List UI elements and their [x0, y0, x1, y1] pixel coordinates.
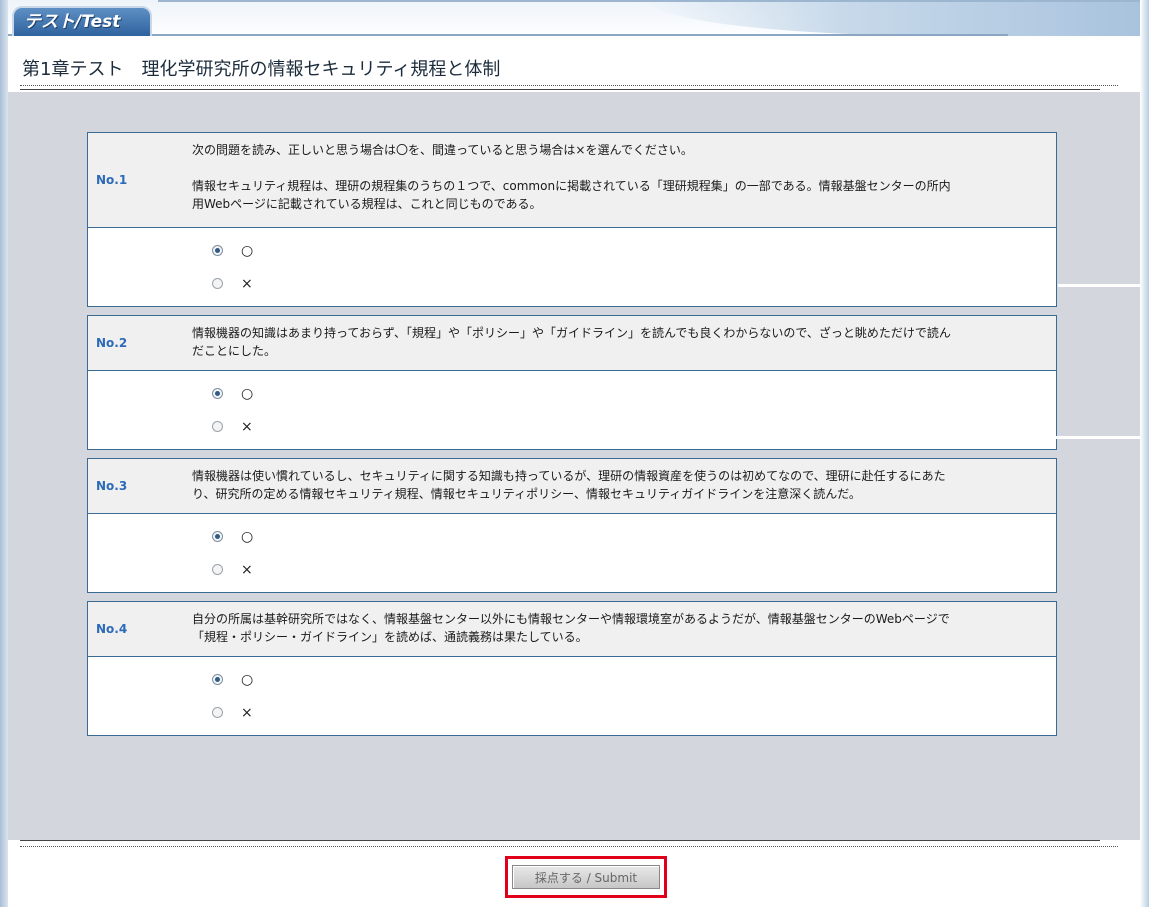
option-correct[interactable]: ○: [212, 520, 1056, 553]
option-correct[interactable]: ○: [212, 377, 1056, 410]
question-text: 自分の所属は基幹研究所ではなく、情報基盤センター以外にも情報センターや情報環境室…: [192, 612, 950, 644]
question-number: No.3: [96, 479, 128, 493]
answer-options: ○ ×: [88, 514, 1056, 592]
decorative-strip: [1058, 284, 1140, 287]
option-label: ○: [241, 671, 254, 688]
tab-test[interactable]: テスト/Test: [12, 6, 152, 36]
radio-button[interactable]: [212, 421, 223, 432]
left-frame: [0, 0, 8, 907]
radio-button[interactable]: [212, 278, 223, 289]
submit-button[interactable]: 採点する / Submit: [512, 865, 660, 889]
question-text: 情報機器は使い慣れているし、セキュリティに関する知識も持っているが、理研の情報資…: [192, 469, 946, 501]
question-header: No.1 次の問題を読み、正しいと思う場合は〇を、間違っていると思う場合は×を選…: [88, 133, 1056, 228]
radio-button-selected[interactable]: [212, 245, 223, 256]
question-3: No.3 情報機器は使い慣れているし、セキュリティに関する知識も持っているが、理…: [87, 458, 1057, 593]
option-label: ○: [241, 528, 254, 545]
answer-options: ○ ×: [88, 228, 1056, 306]
right-frame: [1140, 0, 1149, 907]
option-label: ×: [241, 561, 253, 578]
option-incorrect[interactable]: ×: [212, 553, 1056, 586]
option-correct[interactable]: ○: [212, 663, 1056, 696]
option-correct[interactable]: ○: [212, 234, 1056, 267]
question-header: No.3 情報機器は使い慣れているし、セキュリティに関する知識も持っているが、理…: [88, 459, 1056, 514]
question-4: No.4 自分の所属は基幹研究所ではなく、情報基盤センター以外にも情報センターや…: [87, 601, 1057, 736]
question-number: No.2: [96, 336, 128, 350]
question-text: 情報機器の知識はあまり持っておらず、「規程」や「ポリシー」や「ガイドライン」を読…: [192, 326, 951, 358]
option-incorrect[interactable]: ×: [212, 696, 1056, 729]
option-incorrect[interactable]: ×: [212, 267, 1056, 300]
radio-button-selected[interactable]: [212, 388, 223, 399]
divider-bottom: [20, 846, 1118, 847]
page-title: 第1章テスト 理化学研究所の情報セキュリティ規程と体制: [22, 59, 501, 80]
option-label: ×: [241, 418, 253, 435]
divider-top: [20, 85, 1118, 86]
option-label: ○: [241, 242, 254, 259]
option-label: ×: [241, 275, 253, 292]
question-number: No.4: [96, 622, 128, 636]
answer-options: ○ ×: [88, 657, 1056, 735]
answer-options: ○ ×: [88, 371, 1056, 449]
question-header: No.4 自分の所属は基幹研究所ではなく、情報基盤センター以外にも情報センターや…: [88, 602, 1056, 657]
header-topline: [158, 0, 1140, 2]
radio-button[interactable]: [212, 564, 223, 575]
question-header: No.2 情報機器の知識はあまり持っておらず、「規程」や「ポリシー」や「ガイドラ…: [88, 316, 1056, 371]
option-label: ×: [241, 704, 253, 721]
panel-bottom-border: [20, 840, 1100, 841]
radio-button[interactable]: [212, 707, 223, 718]
header-wave-decoration: [648, 0, 1140, 36]
submit-highlight: 採点する / Submit: [505, 856, 667, 898]
option-label: ○: [241, 385, 254, 402]
radio-button-selected[interactable]: [212, 531, 223, 542]
panel-top-border: [20, 89, 1100, 90]
radio-button-selected[interactable]: [212, 674, 223, 685]
option-incorrect[interactable]: ×: [212, 410, 1056, 443]
question-text: 次の問題を読み、正しいと思う場合は〇を、間違っていると思う場合は×を選んでくださ…: [192, 143, 951, 211]
tab-underline: [8, 34, 1008, 36]
decorative-strip: [960, 436, 1140, 439]
question-number: No.1: [96, 173, 128, 187]
question-1: No.1 次の問題を読み、正しいと思う場合は〇を、間違っていると思う場合は×を選…: [87, 132, 1057, 307]
question-2: No.2 情報機器の知識はあまり持っておらず、「規程」や「ポリシー」や「ガイドラ…: [87, 315, 1057, 450]
